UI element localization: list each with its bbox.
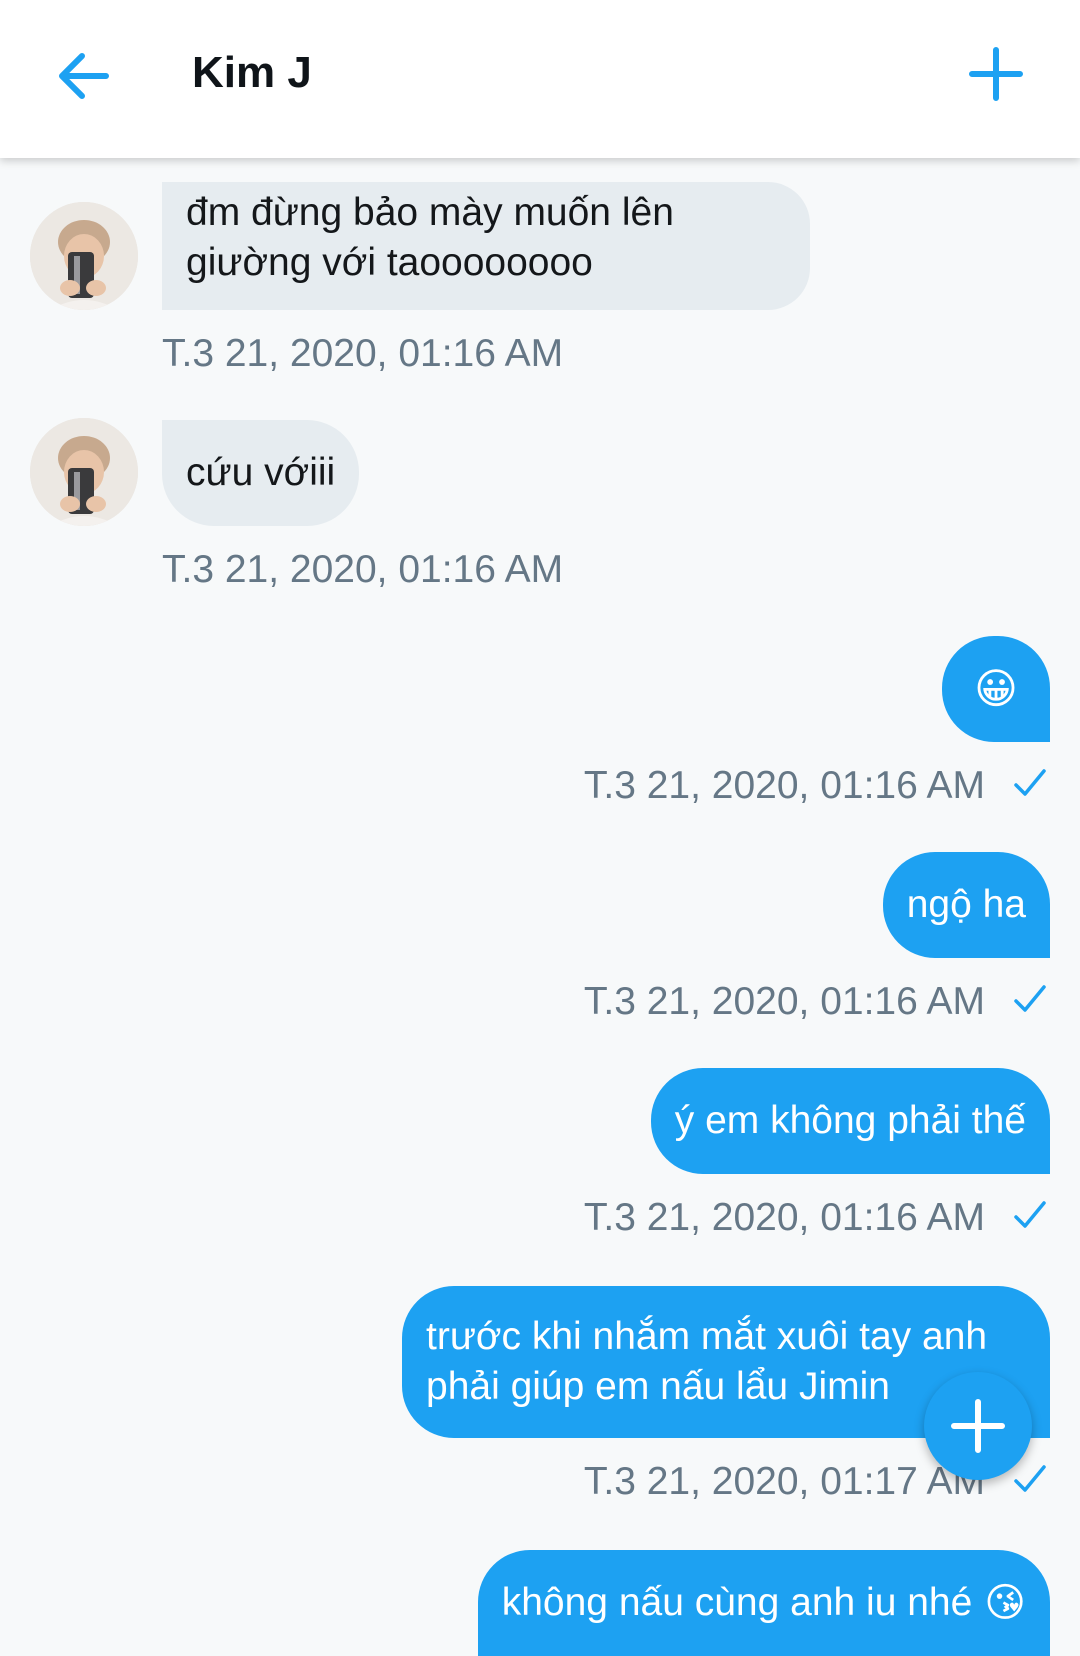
check-icon [1014,985,1046,1012]
plus-icon [951,1399,1005,1453]
avatar[interactable] [30,418,138,526]
message-timestamp: T.3 21, 2020, 01:16 AM [162,548,564,591]
message-text: không nấu cùng anh iu nhé [501,1581,973,1624]
incoming-message-bubble[interactable]: đm đừng bảo mày muốn lên giường với taoo… [162,182,810,310]
message-text: cứu vớiii [186,451,336,494]
conversation-title: Kim J [192,48,312,97]
message-text: ý em không phải thế [674,1099,1026,1142]
message-timestamp: T.3 21, 2020, 01:16 AM [162,332,564,375]
avatar-photo [30,202,138,310]
check-icon [1014,1465,1046,1492]
outgoing-message-bubble[interactable]: ý em không phải thế [650,1068,1050,1174]
incoming-message-bubble[interactable]: cứu vớiii [162,420,360,526]
message-text-line: trước khi nhắm mắt xuôi tay anh [426,1315,988,1358]
plus-icon [969,47,1023,101]
outgoing-message-bubble[interactable]: không nấu cùng anh iu nhé 😘 [477,1550,1050,1656]
check-icon [1014,769,1046,796]
conversation-header: Kim J [0,0,1080,158]
add-button[interactable] [966,44,1026,104]
message-text: ngộ ha [906,883,1026,926]
outgoing-message-bubble[interactable]: 😀 [942,636,1050,742]
outgoing-message-bubble[interactable]: ngộ ha [882,852,1050,958]
message-text-line: giường với taoooooooo [186,241,593,284]
message-timestamp: T.3 21, 2020, 01:16 AM [583,1196,985,1239]
avatar[interactable] [30,202,138,310]
back-button[interactable] [52,46,118,106]
message-timestamp: T.3 21, 2020, 01:16 AM [583,980,985,1023]
message-text-line: đm đừng bảo mày muốn lên [186,191,674,234]
grinning-emoji: 😀 [974,665,1018,712]
check-icon [1014,1201,1046,1228]
compose-fab-button[interactable] [924,1372,1032,1480]
message-timestamp: T.3 21, 2020, 01:16 AM [583,764,985,807]
arrow-left-icon [59,53,109,99]
message-timestamp: T.3 21, 2020, 01:17 AM [583,1460,985,1503]
kiss-emoji: 😘 [984,1581,1026,1625]
avatar-photo [30,418,138,526]
